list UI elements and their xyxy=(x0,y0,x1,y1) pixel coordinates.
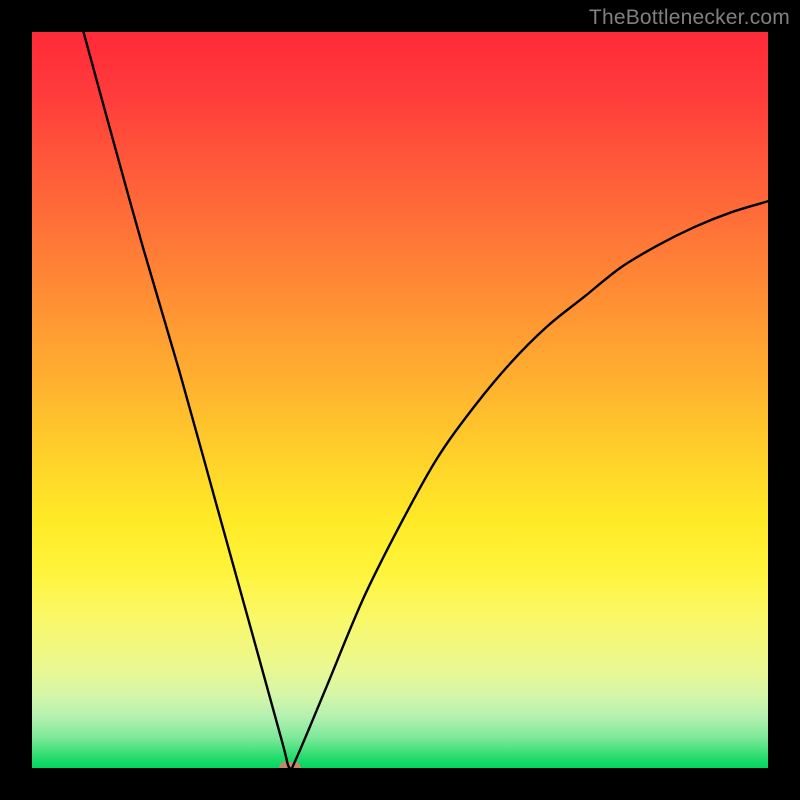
chart-frame: TheBottlenecker.com xyxy=(0,0,800,800)
watermark-text: TheBottlenecker.com xyxy=(589,6,790,30)
plot-area xyxy=(32,32,768,768)
bottleneck-curve xyxy=(32,32,768,768)
